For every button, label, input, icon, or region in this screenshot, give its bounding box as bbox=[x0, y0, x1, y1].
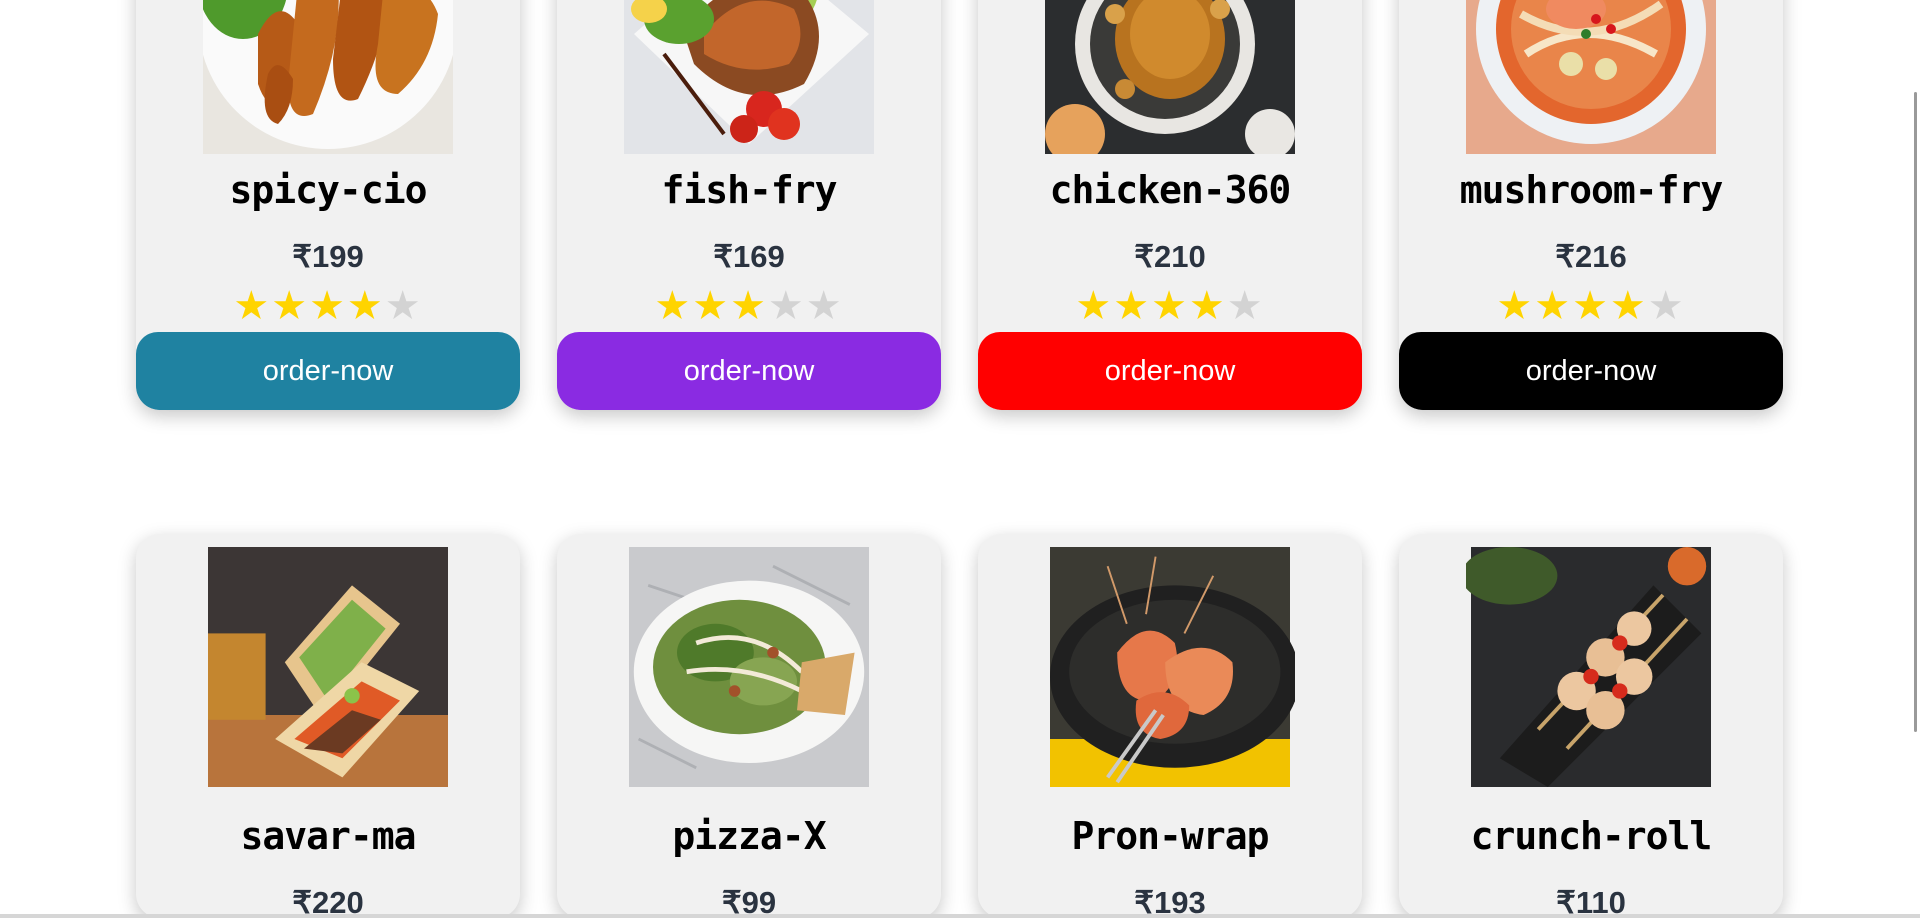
item-name: savar-ma bbox=[240, 814, 416, 858]
menu-card: Pron-wrap ₹193 bbox=[978, 534, 1362, 918]
rating-stars: ★★★★★ bbox=[978, 284, 1362, 328]
scrollbar-thumb[interactable] bbox=[1914, 92, 1917, 732]
star-empty-icon: ★ bbox=[1226, 283, 1265, 329]
item-price: ₹169 bbox=[713, 239, 785, 274]
menu-card: savar-ma ₹220 bbox=[136, 534, 520, 918]
food-image bbox=[203, 0, 453, 154]
rating-stars: ★★★★★ bbox=[136, 284, 520, 328]
item-name: pizza-X bbox=[672, 814, 826, 858]
item-name: mushroom-fry bbox=[1459, 168, 1724, 212]
item-price: ₹199 bbox=[292, 239, 364, 274]
menu-card: chicken-360 ₹210 ★★★★★ order-now bbox=[978, 0, 1362, 410]
star-filled-icon: ★ bbox=[1534, 283, 1573, 329]
food-image bbox=[624, 547, 874, 787]
item-name: spicy-cio bbox=[229, 168, 428, 212]
star-filled-icon: ★ bbox=[1075, 283, 1114, 329]
star-filled-icon: ★ bbox=[1496, 283, 1535, 329]
star-filled-icon: ★ bbox=[233, 283, 272, 329]
item-name: Pron-wrap bbox=[1071, 814, 1270, 858]
item-price: ₹210 bbox=[1134, 239, 1206, 274]
star-empty-icon: ★ bbox=[767, 283, 806, 329]
food-image bbox=[624, 0, 874, 154]
food-image bbox=[1466, 0, 1716, 154]
star-filled-icon: ★ bbox=[730, 283, 768, 329]
star-filled-icon: ★ bbox=[271, 283, 310, 329]
item-name: crunch-roll bbox=[1470, 814, 1713, 858]
chicken-skewers-image bbox=[1466, 547, 1711, 787]
horizontal-scrollbar[interactable] bbox=[0, 914, 1920, 918]
star-empty-icon: ★ bbox=[805, 283, 844, 329]
star-empty-icon: ★ bbox=[1647, 283, 1686, 329]
star-filled-icon: ★ bbox=[1188, 283, 1227, 329]
star-filled-icon: ★ bbox=[1572, 283, 1610, 329]
caesar-salad-image bbox=[629, 547, 869, 787]
rating-stars: ★★★★★ bbox=[1399, 284, 1783, 328]
food-image bbox=[203, 547, 453, 787]
rating-stars: ★★★★★ bbox=[557, 284, 941, 328]
grilled-salmon-image bbox=[624, 0, 874, 154]
food-image bbox=[1045, 0, 1295, 154]
menu-card: fish-fry ₹169 ★★★★★ order-now bbox=[557, 0, 941, 410]
item-name: fish-fry bbox=[661, 168, 837, 212]
vertical-scrollbar[interactable] bbox=[1904, 0, 1920, 918]
food-image bbox=[1045, 547, 1295, 787]
noodle-soup-image bbox=[1466, 0, 1716, 154]
food-image bbox=[1466, 547, 1716, 787]
menu-card: crunch-roll ₹110 bbox=[1399, 534, 1783, 918]
star-filled-icon: ★ bbox=[1151, 283, 1189, 329]
order-now-button[interactable]: order-now bbox=[557, 332, 941, 410]
order-now-button[interactable]: order-now bbox=[1399, 332, 1783, 410]
prawns-bowl-image bbox=[1050, 547, 1295, 787]
star-filled-icon: ★ bbox=[1609, 283, 1648, 329]
menu-card: pizza-X ₹99 bbox=[557, 534, 941, 918]
star-filled-icon: ★ bbox=[1113, 283, 1152, 329]
item-price: ₹216 bbox=[1555, 239, 1627, 274]
star-filled-icon: ★ bbox=[692, 283, 731, 329]
shawarma-wrap-image bbox=[208, 547, 448, 787]
order-now-button[interactable]: order-now bbox=[978, 332, 1362, 410]
fried-chicken-image bbox=[203, 0, 453, 154]
star-filled-icon: ★ bbox=[346, 283, 385, 329]
star-empty-icon: ★ bbox=[384, 283, 423, 329]
star-filled-icon: ★ bbox=[309, 283, 347, 329]
menu-card: mushroom-fry ₹216 ★★★★★ order-now bbox=[1399, 0, 1783, 410]
menu-card: spicy-cio ₹199 ★★★★★ order-now bbox=[136, 0, 520, 410]
item-name: chicken-360 bbox=[1049, 168, 1292, 212]
order-now-button[interactable]: order-now bbox=[136, 332, 520, 410]
roast-chicken-image bbox=[1045, 0, 1295, 154]
menu-grid: spicy-cio ₹199 ★★★★★ order-now fish-fry … bbox=[0, 0, 1920, 918]
star-filled-icon: ★ bbox=[654, 283, 693, 329]
